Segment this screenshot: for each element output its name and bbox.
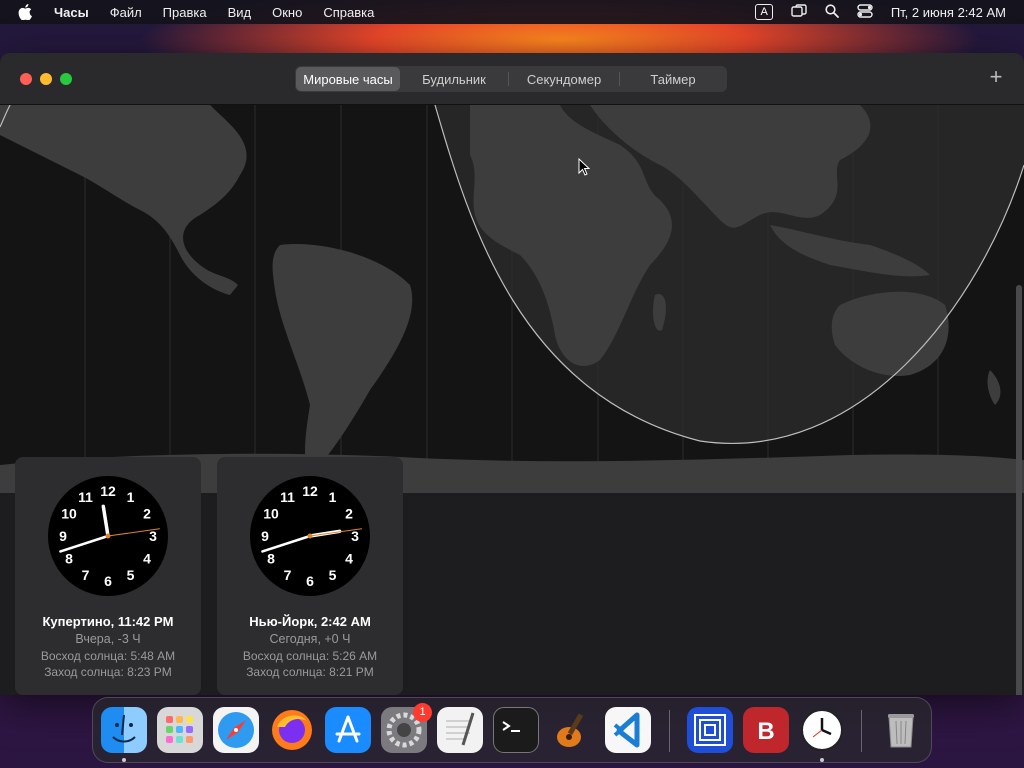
dock-divider xyxy=(861,710,862,752)
tab-world-clock[interactable]: Мировые часы xyxy=(296,67,400,91)
clock-card-new-york[interactable]: 12 1 2 3 4 5 6 7 8 9 10 11 Нью-Йорк, 2:42 AM Сегодн… xyxy=(217,457,403,695)
menu-edit[interactable]: Правка xyxy=(163,5,207,20)
dial-numeral: 1 xyxy=(127,489,135,505)
clock-window: Мировые часы Будильник Секундомер Таймер… xyxy=(0,53,1024,695)
terminal-icon[interactable] xyxy=(493,707,539,753)
bitwarden-icon[interactable]: B xyxy=(743,707,789,753)
menu-bar: Часы Файл Правка Вид Окно Справка A Пт, … xyxy=(0,0,1024,24)
clock-sunrise: Восход солнца: 5:48 AM xyxy=(40,649,176,663)
dial-numeral: 10 xyxy=(61,506,77,522)
dial-numeral: 10 xyxy=(263,506,279,522)
menubar-datetime[interactable]: Пт, 2 июня 2:42 AM xyxy=(891,5,1006,20)
finder-icon[interactable] xyxy=(101,707,147,753)
center-pin xyxy=(105,533,111,539)
input-source-icon[interactable]: A xyxy=(755,4,773,20)
world-map-graphic xyxy=(0,105,1024,493)
zoom-window-button[interactable] xyxy=(60,73,72,85)
dial-numeral: 12 xyxy=(302,483,318,499)
dial-numeral: 6 xyxy=(306,573,314,589)
analog-clock-face: 12 1 2 3 4 5 6 7 8 9 10 11 xyxy=(249,475,371,597)
clock-city-name: Нью-Йорк, 2:42 AM xyxy=(249,614,371,629)
view-tabs: Мировые часы Будильник Секундомер Таймер xyxy=(295,66,727,92)
mouse-pointer-icon xyxy=(578,157,591,181)
notification-badge: 1 xyxy=(413,703,432,722)
clock-sunrise: Восход солнца: 5:26 AM xyxy=(242,649,378,663)
dial-numeral: 7 xyxy=(82,567,90,583)
dial-numeral: 5 xyxy=(329,567,337,583)
dial-numeral: 8 xyxy=(267,551,275,567)
dial-numeral: 1 xyxy=(329,489,337,505)
clock-card-cupertino[interactable]: 12 1 2 3 4 5 6 7 8 9 10 11 Купертино, 11:42 PM Вчер… xyxy=(15,457,201,695)
safari-icon[interactable] xyxy=(213,707,259,753)
spotlight-search-icon[interactable] xyxy=(825,3,839,21)
menu-view[interactable]: Вид xyxy=(228,5,252,20)
clock-list: 12 1 2 3 4 5 6 7 8 9 10 11 Купертино, 11:42 PM Вчер… xyxy=(0,457,1024,695)
dial-numeral: 4 xyxy=(345,551,353,567)
dial-numeral: 5 xyxy=(127,567,135,583)
dial-numeral: 9 xyxy=(59,528,67,544)
clock-sunset: Заход солнца: 8:23 PM xyxy=(44,665,172,679)
title-bar: Мировые часы Будильник Секундомер Таймер… xyxy=(0,53,1024,105)
tab-stopwatch[interactable]: Секундомер xyxy=(509,67,619,91)
apple-menu-icon[interactable] xyxy=(18,4,36,20)
screen-mirroring-icon[interactable] xyxy=(791,3,807,21)
tab-timer[interactable]: Таймер xyxy=(620,67,726,91)
close-window-button[interactable] xyxy=(20,73,32,85)
clock-city-name: Купертино, 11:42 PM xyxy=(42,614,174,629)
textedit-icon[interactable] xyxy=(437,707,483,753)
dial-numeral: 11 xyxy=(280,489,295,505)
dock-divider xyxy=(669,710,670,752)
app-store-icon[interactable] xyxy=(325,707,371,753)
dial-numeral: 8 xyxy=(65,551,73,567)
dial-numeral: 12 xyxy=(100,483,116,499)
clock-day-offset: Сегодня, +0 Ч xyxy=(269,632,351,646)
vscode-icon[interactable] xyxy=(605,707,651,753)
launchpad-icon[interactable] xyxy=(157,707,203,753)
center-pin xyxy=(307,533,313,539)
trash-icon[interactable] xyxy=(878,707,924,753)
svg-text:B: B xyxy=(757,718,774,745)
menu-file[interactable]: Файл xyxy=(110,5,142,20)
analog-clock-face: 12 1 2 3 4 5 6 7 8 9 10 11 xyxy=(47,475,169,597)
control-center-icon[interactable] xyxy=(857,3,873,21)
running-indicator xyxy=(122,758,126,762)
tab-alarm[interactable]: Будильник xyxy=(400,67,508,91)
firefox-icon[interactable] xyxy=(269,707,315,753)
menu-app-name[interactable]: Часы xyxy=(54,5,89,20)
minimize-window-button[interactable] xyxy=(40,73,52,85)
menu-window[interactable]: Окно xyxy=(272,5,302,20)
garageband-icon[interactable] xyxy=(549,707,595,753)
menu-help[interactable]: Справка xyxy=(323,5,374,20)
dial-numeral: 11 xyxy=(78,489,93,505)
dial-numeral: 9 xyxy=(261,528,269,544)
running-indicator xyxy=(820,758,824,762)
clock-sunset: Заход солнца: 8:21 PM xyxy=(246,665,374,679)
remote-desktop-icon[interactable] xyxy=(687,707,733,753)
world-map xyxy=(0,105,1024,493)
dial-numeral: 2 xyxy=(345,506,353,522)
clock-app-icon[interactable] xyxy=(799,707,845,753)
dock: 1 B xyxy=(92,697,932,763)
clock-day-offset: Вчера, -3 Ч xyxy=(75,632,141,646)
vertical-scrollbar[interactable] xyxy=(1016,285,1022,695)
dial-numeral: 6 xyxy=(104,573,112,589)
dial-numeral: 4 xyxy=(143,551,151,567)
dial-numeral: 2 xyxy=(143,506,151,522)
add-city-button[interactable]: + xyxy=(986,66,1006,88)
dial-numeral: 7 xyxy=(284,567,292,583)
